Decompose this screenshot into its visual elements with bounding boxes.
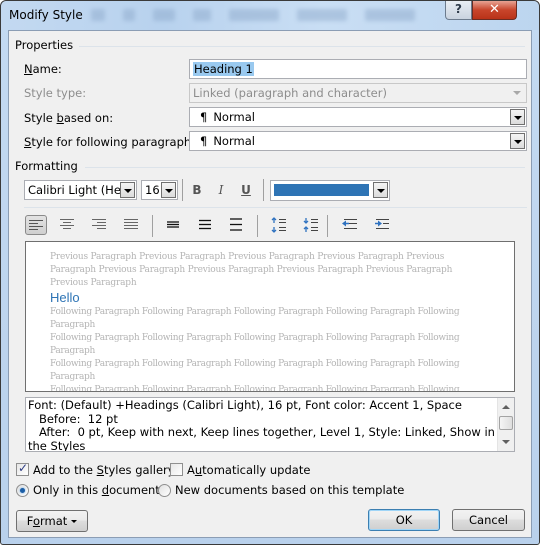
decrease-indent-button[interactable]	[339, 215, 361, 235]
toolbar-divider	[24, 207, 527, 208]
chevron-down-icon	[510, 85, 525, 101]
toolbar-separator	[182, 179, 183, 201]
new-documents-label[interactable]: New documents based on this template	[175, 483, 404, 497]
align-right-icon	[92, 219, 106, 229]
font-color-swatch	[274, 184, 369, 196]
align-left-icon	[29, 220, 43, 230]
properties-group-label: Properties	[15, 38, 80, 52]
toolbar-separator	[327, 215, 328, 237]
help-button[interactable]: ?	[445, 1, 472, 20]
align-center-icon	[60, 219, 74, 229]
following-paragraph-preview: Following Paragraph Following Paragraph …	[50, 307, 460, 392]
decrease-paragraph-spacing-button[interactable]	[300, 214, 322, 234]
font-size-value: 16	[145, 183, 160, 197]
font-name-select[interactable]: Calibri Light (Head	[24, 180, 137, 200]
description-scrollbar[interactable]	[497, 398, 514, 451]
dropdown-caret-icon	[71, 520, 78, 523]
scroll-down-icon[interactable]	[502, 440, 510, 444]
align-right-button[interactable]	[89, 215, 111, 235]
based-on-select[interactable]: ¶ Normal	[189, 107, 527, 127]
bold-icon: B	[192, 183, 202, 197]
toolbar-separator	[263, 179, 264, 201]
justify-button[interactable]	[121, 215, 143, 235]
increase-indent-icon	[375, 219, 389, 229]
double-spacing-button[interactable]	[226, 215, 248, 235]
chevron-down-icon[interactable]	[373, 182, 388, 198]
italic-icon: I	[218, 183, 224, 197]
properties-divider	[75, 46, 525, 47]
underline-button[interactable]: U	[238, 183, 254, 197]
style-description: Font: (Default) +Headings (Calibri Light…	[25, 397, 515, 452]
modify-style-dialog: Modify Style ? ✕ Properties Name: Headin…	[0, 0, 540, 545]
decrease-paragraph-spacing-icon	[303, 218, 318, 232]
scroll-thumb[interactable]	[499, 416, 513, 430]
formatting-group-label: Formatting	[15, 159, 84, 173]
single-spacing-button[interactable]	[163, 215, 185, 235]
name-label: Name:	[24, 62, 62, 76]
one-half-spacing-button[interactable]	[195, 215, 217, 235]
help-icon: ?	[455, 2, 462, 16]
format-button[interactable]: Format	[16, 510, 88, 532]
close-icon: ✕	[489, 2, 500, 17]
based-on-value: Normal	[213, 110, 255, 124]
only-this-document-label[interactable]: Only in this document	[33, 483, 160, 497]
bold-button[interactable]: B	[189, 183, 205, 197]
following-paragraph-label: Style for following paragraph:	[24, 135, 196, 149]
following-paragraph-value: Normal	[213, 134, 255, 148]
chevron-down-icon[interactable]	[510, 109, 525, 125]
underline-icon: U	[241, 183, 251, 197]
dialog-body: Properties Name: Heading 1 Style type: L…	[8, 30, 532, 538]
font-size-select[interactable]: 16	[141, 180, 178, 200]
style-type-select: Linked (paragraph and character)	[189, 83, 527, 103]
chevron-down-icon[interactable]	[510, 133, 525, 149]
font-color-select[interactable]	[270, 180, 390, 201]
scroll-up-icon[interactable]	[502, 405, 510, 409]
previous-paragraph-preview: Previous Paragraph Previous Paragraph Pr…	[50, 252, 453, 288]
chevron-down-icon[interactable]	[161, 182, 176, 198]
toolbar-separator	[257, 215, 258, 237]
style-type-label: Style type:	[24, 86, 87, 100]
name-input[interactable]: Heading 1	[189, 59, 527, 79]
style-description-text: Font: (Default) +Headings (Calibri Light…	[28, 398, 495, 452]
double-spacing-icon	[230, 218, 242, 231]
style-type-value: Linked (paragraph and character)	[193, 86, 387, 100]
style-preview: Previous Paragraph Previous Paragraph Pr…	[25, 241, 515, 392]
cancel-button[interactable]: Cancel	[452, 509, 525, 531]
name-value: Heading 1	[193, 62, 254, 76]
decrease-indent-icon	[342, 219, 357, 229]
increase-indent-button[interactable]	[371, 215, 393, 235]
paragraph-style-icon: ¶	[200, 134, 208, 148]
close-button[interactable]: ✕	[472, 1, 517, 20]
background-ribbon-blur	[91, 7, 451, 25]
italic-button[interactable]: I	[213, 183, 229, 197]
dialog-title: Modify Style	[9, 8, 83, 22]
based-on-label: Style based on:	[24, 111, 114, 125]
paragraph-style-icon: ¶	[200, 110, 208, 124]
auto-update-label[interactable]: Automatically update	[187, 463, 310, 477]
align-left-button[interactable]	[25, 215, 47, 235]
formatting-divider	[85, 167, 525, 168]
toolbar-separator	[152, 215, 153, 237]
align-center-button[interactable]	[57, 215, 79, 235]
new-documents-radio[interactable]	[158, 484, 171, 497]
add-to-gallery-checkbox[interactable]	[16, 461, 29, 476]
increase-paragraph-spacing-icon	[271, 217, 286, 233]
chevron-down-icon[interactable]	[120, 182, 135, 198]
single-spacing-icon	[167, 221, 179, 228]
add-to-gallery-label[interactable]: Add to the Styles gallery	[33, 463, 175, 477]
auto-update-checkbox[interactable]	[170, 463, 183, 476]
ok-button[interactable]: OK	[368, 509, 440, 531]
only-this-document-radio[interactable]	[16, 484, 29, 497]
justify-icon	[124, 219, 138, 229]
increase-paragraph-spacing-button[interactable]	[268, 214, 290, 234]
following-paragraph-select[interactable]: ¶ Normal	[189, 131, 527, 151]
sample-text-preview: Hello	[50, 290, 80, 305]
one-half-spacing-icon	[199, 219, 211, 230]
